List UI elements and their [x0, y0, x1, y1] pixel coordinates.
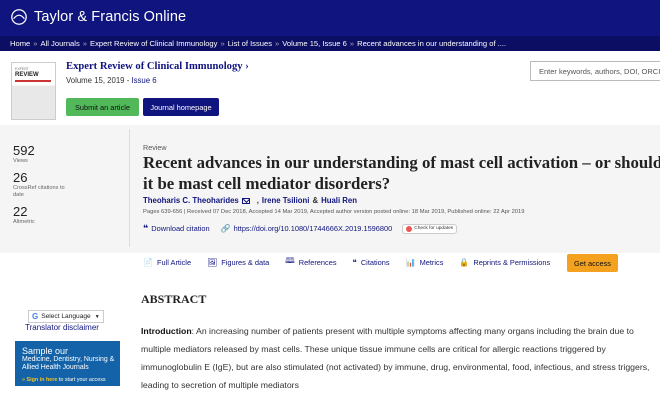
author-list: Theoharis C. Theoharides , Irene Tsilion… [143, 196, 358, 205]
cover-big-text: REVIEW [15, 72, 39, 78]
breadcrumb-volume[interactable]: Volume 15, Issue 6 [282, 39, 347, 48]
image-icon: 🖼 [207, 257, 218, 267]
citation-line: ❝ Download citation 🔗 https://doi.org/10… [143, 223, 458, 234]
tab-citations[interactable]: ❝ Citations [353, 258, 390, 267]
envelope-icon[interactable] [241, 197, 250, 204]
tab-references[interactable]: 🕮 References [285, 255, 336, 269]
author-link[interactable]: Irene Tsilioni [262, 196, 310, 205]
article-title: Recent advances in our understanding of … [143, 153, 660, 193]
quote-icon: ❝ [143, 223, 149, 233]
doi-link[interactable]: https://doi.org/10.1080/1744666X.2019.15… [234, 224, 393, 233]
breadcrumb-sep: » [82, 39, 87, 48]
bar-chart-icon: 📊 [405, 257, 416, 267]
link-icon: 🔗 [220, 224, 231, 233]
cover-stripe [15, 80, 51, 82]
breadcrumb-issues[interactable]: List of Issues [228, 39, 272, 48]
issue-link[interactable]: Issue 6 [131, 76, 156, 85]
breadcrumb-sep: » [33, 39, 38, 48]
get-access-button[interactable]: Get access [567, 254, 618, 272]
metric-views: 592 Views [13, 143, 35, 164]
journal-title[interactable]: Expert Review of Clinical Immunology › [66, 61, 249, 72]
breadcrumb-sep: » [275, 39, 280, 48]
tab-full-article[interactable]: 📄 Full Article [143, 258, 191, 267]
translator-disclaimer-link[interactable]: Translator disclaimer [25, 323, 99, 332]
book-icon: 🕮 [285, 256, 295, 265]
breadcrumb-home[interactable]: Home [10, 39, 30, 48]
crossmark-icon [406, 225, 413, 232]
breadcrumb: Home » All Journals » Expert Review of C… [0, 36, 660, 51]
article-type: Review [143, 143, 167, 152]
site-logo[interactable]: Taylor & Francis Online [10, 8, 186, 26]
submit-article-button[interactable]: Submit an article [66, 98, 139, 116]
journal-volume: Volume 15, 2019 - Issue 6 [66, 76, 157, 85]
google-icon: G [32, 312, 39, 321]
breadcrumb-sep: » [220, 39, 225, 48]
metric-altmetric[interactable]: 22 Altmetric [13, 204, 35, 226]
abstract-heading: ABSTRACT [141, 292, 207, 306]
divider [129, 129, 130, 247]
metric-crossref[interactable]: 26 CrossRef citations to date [13, 170, 77, 199]
breadcrumb-journal[interactable]: Expert Review of Clinical Immunology [90, 39, 217, 48]
journal-homepage-button[interactable]: Journal homepage [143, 98, 219, 116]
tab-reprints[interactable]: 🔒 Reprints & Permissions [459, 258, 550, 267]
author-separator: & [312, 196, 319, 205]
publication-history: Pages 639-656 | Received 07 Dec 2018, Ac… [143, 209, 525, 215]
sign-in-link[interactable]: » Sign in here [22, 377, 57, 383]
author-link[interactable]: Theoharis C. Theoharides [143, 196, 239, 205]
site-name: Taylor & Francis Online [34, 9, 187, 25]
cover-small-text: EXPERT [15, 67, 29, 71]
chevron-right-icon: › [245, 61, 249, 72]
sidebar-ad[interactable]: Sample our Medicine, Dentistry, Nursing … [15, 341, 120, 386]
abstract-text: Introduction: An increasing number of pa… [141, 326, 650, 390]
download-citation-link[interactable]: Download citation [151, 224, 209, 233]
check-for-updates-badge[interactable]: Check for updates [402, 223, 458, 234]
search-input[interactable]: Enter keywords, authors, DOI, ORCID [530, 61, 660, 81]
document-icon: 📄 [143, 257, 153, 267]
chevron-down-icon: ▼ [94, 313, 100, 320]
tab-metrics[interactable]: 📊 Metrics [406, 258, 444, 267]
author-link[interactable]: Huali Ren [321, 196, 357, 205]
tab-figures[interactable]: 🖼 Figures & data [207, 258, 269, 267]
journal-cover[interactable]: EXPERT REVIEW [11, 62, 56, 120]
quote-icon: ❝ [352, 257, 357, 267]
language-select[interactable]: G Select Language ▼ [28, 310, 104, 323]
breadcrumb-sep: » [349, 39, 355, 48]
journal-header: EXPERT REVIEW Expert Review of Clinical … [0, 51, 660, 125]
breadcrumb-all-journals[interactable]: All Journals [41, 39, 80, 48]
article-tabs: 📄 Full Article 🖼 Figures & data 🕮 Reference… [143, 255, 566, 269]
tf-logo-icon [11, 9, 27, 25]
breadcrumb-article: Recent advances in our understanding of … [357, 39, 507, 48]
top-bar: Taylor & Francis Online [0, 0, 660, 36]
lock-icon: 🔒 [459, 257, 470, 267]
